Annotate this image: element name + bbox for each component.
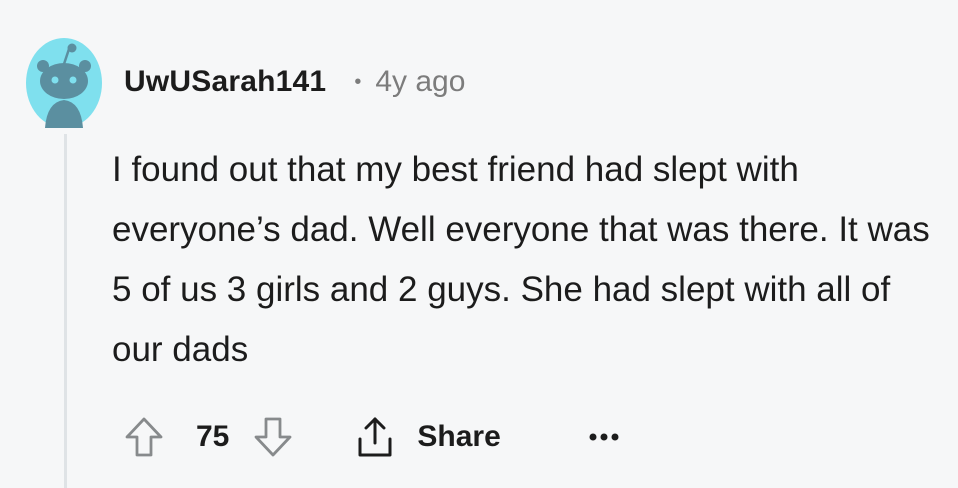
- share-label: Share: [417, 420, 501, 453]
- downvote-button[interactable]: [253, 415, 293, 459]
- thread-line: [64, 134, 67, 488]
- comment-timestamp[interactable]: 4y ago: [375, 65, 465, 99]
- comment-author[interactable]: UwUSarah141: [124, 65, 326, 99]
- comment-header: UwUSarah141 • 4y ago: [124, 62, 465, 102]
- user-avatar-icon[interactable]: [25, 36, 103, 128]
- upvote-button[interactable]: [124, 415, 164, 459]
- arrow-down-icon: [254, 417, 292, 457]
- comment-body: I found out that my best friend had slep…: [112, 150, 930, 369]
- comment-actions: 75 Share: [124, 412, 623, 462]
- vote-score: 75: [196, 420, 230, 453]
- more-options-button[interactable]: [587, 422, 623, 452]
- separator-dot: •: [354, 70, 362, 93]
- share-button[interactable]: Share: [355, 415, 501, 459]
- arrow-up-icon: [125, 417, 163, 457]
- share-icon: [355, 415, 395, 459]
- more-horizontal-icon: [589, 433, 619, 441]
